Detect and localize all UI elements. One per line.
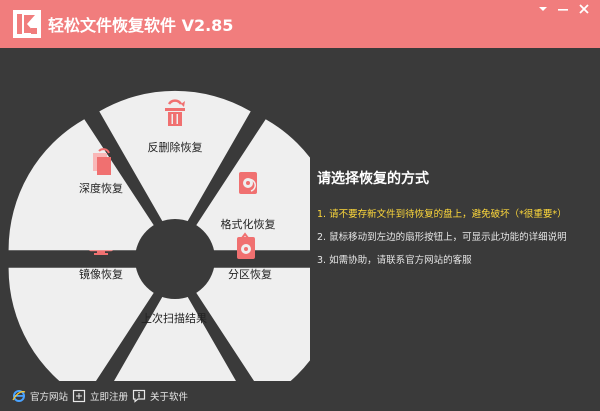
title-bar[interactable]: 轻松文件恢复软件 V2.85 — [0, 0, 600, 48]
status-bar: 官方网站 立即注册 关于软件 — [0, 381, 600, 411]
drive-restore-icon — [239, 172, 257, 194]
about-software-label: 关于软件 — [150, 392, 189, 403]
minimize-button[interactable] — [552, 2, 574, 16]
recovery-mode-wheel: 反删除恢复 格式化恢复 分区恢复 上次扫描结果 镜像恢复 深度恢复 — [8, 90, 310, 381]
segment-mirror-label: 镜像恢复 — [79, 267, 123, 281]
about-software-link[interactable]: 关于软件 — [132, 389, 188, 403]
register-now-link[interactable]: 立即注册 — [72, 389, 128, 403]
register-icon — [72, 389, 86, 403]
instruction-panel: 请选择恢复的方式 1. 请不要存新文件到待恢复的盘上，避免破坏（*很重要*） 2… — [317, 168, 592, 275]
app-logo-icon — [13, 10, 41, 38]
partition-restore-icon — [237, 232, 255, 259]
tip-warning: 1. 请不要存新文件到待恢复的盘上，避免破坏（*很重要*） — [317, 209, 567, 220]
close-icon — [579, 4, 589, 14]
dropdown-arrow-icon — [539, 7, 547, 11]
wheel-center-hub — [135, 219, 215, 299]
segment-format-label: 格式化恢复 — [221, 217, 276, 231]
ie-browser-icon — [12, 390, 26, 402]
segment-last-scan-label: 上次扫描结果 — [141, 311, 207, 325]
app-title: 轻松文件恢复软件 V2.85 — [48, 16, 234, 35]
about-info-icon — [132, 389, 146, 403]
window-menu-button[interactable] — [532, 2, 554, 16]
segment-deep-label: 深度恢复 — [79, 181, 123, 195]
app-window: 轻松文件恢复软件 V2.85 反删除恢复 格式化恢复 分区恢复 上次扫描结果 镜… — [0, 0, 600, 411]
minimize-icon — [558, 9, 568, 11]
register-now-label: 立即注册 — [90, 392, 129, 403]
tip-contact-support: 3. 如需协助，请联系官方网站的客服 — [317, 255, 472, 266]
panel-title: 请选择恢复的方式 — [317, 171, 429, 187]
main-content: 反删除恢复 格式化恢复 分区恢复 上次扫描结果 镜像恢复 深度恢复 请选择恢复的… — [0, 48, 600, 381]
segment-undelete-label: 反删除恢复 — [148, 140, 203, 154]
official-website-label: 官方网站 — [30, 392, 69, 403]
close-button[interactable] — [573, 2, 595, 16]
tip-hover-help: 2. 鼠标移动到左边的扇形按钮上，可显示此功能的详细说明 — [317, 232, 567, 243]
segment-partition-label: 分区恢复 — [228, 267, 272, 281]
official-website-link[interactable]: 官方网站 — [12, 389, 68, 403]
